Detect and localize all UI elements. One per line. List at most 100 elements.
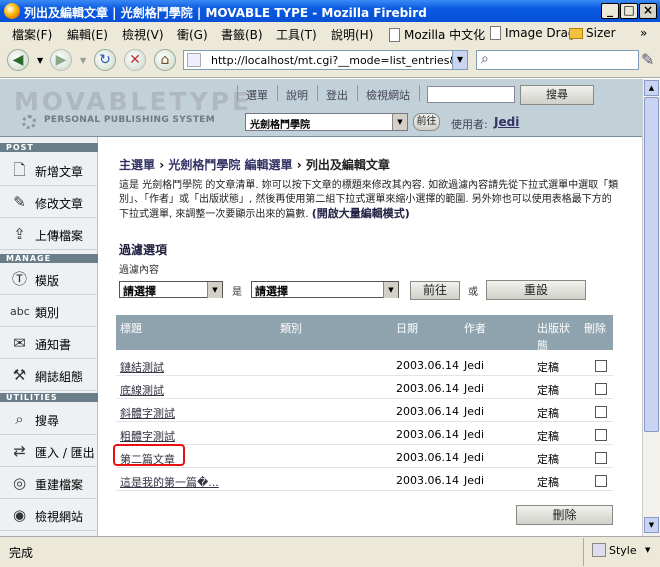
filter-value-select[interactable]: 請選擇 ▼ [251, 281, 399, 298]
delete-checkbox[interactable] [595, 452, 607, 464]
filter-is-label: 是 [232, 287, 242, 298]
page-icon [187, 53, 201, 67]
sidebar-item-import-export[interactable]: ⇄ 匯入 / 匯出 [0, 435, 98, 467]
mt-search-input[interactable] [427, 86, 515, 103]
bookmark-mozilla[interactable]: Mozilla 中文化 [389, 26, 485, 43]
sidebar-item-rebuild[interactable]: ◎ 重建檔案 [0, 467, 98, 499]
filter-reset-button[interactable]: 重設 [486, 280, 586, 300]
forward-button[interactable]: ▶ [50, 49, 72, 71]
chevron-down-icon: ▼ [383, 282, 398, 298]
browser-chrome: 檔案(F) 編輯(E) 檢視(V) 衝(G) 書籤(B) 工具(T) 說明(H)… [0, 22, 660, 78]
breadcrumb-home[interactable]: 主選單 [119, 158, 155, 172]
menu-view[interactable]: 檢視(V) [122, 26, 164, 43]
sidebar-item-blog-config[interactable]: ⚒ 網誌組態 [0, 359, 98, 391]
site-select[interactable]: 光劍格鬥學院 ▼ [245, 113, 408, 131]
sidebar-item-new-entry[interactable]: 🗋 新增文章 [0, 154, 98, 186]
entry-title-link[interactable]: 鏈結測試 [120, 359, 164, 375]
power-edit-link[interactable]: (開啟大量編輯模式) [312, 207, 410, 220]
sidebar-item-label: 網誌組態 [35, 370, 84, 384]
close-button[interactable]: × [639, 3, 657, 19]
nav-view-site-link[interactable]: 檢視網站 [366, 87, 410, 103]
entry-status: 定稿 [537, 476, 559, 489]
bookmarks-more[interactable]: » [640, 26, 647, 40]
divider [237, 85, 238, 101]
search-icon: ⌕ [481, 51, 489, 67]
entry-author: Jedi [464, 405, 485, 418]
menu-bookmarks[interactable]: 書籤(B) [221, 26, 263, 43]
chevron-down-icon[interactable]: ▼ [645, 546, 650, 554]
home-icon[interactable]: ⌂ [154, 49, 176, 71]
sidebar-item-upload[interactable]: ⇪ 上傳檔案 [0, 218, 98, 250]
divider [357, 85, 358, 101]
delete-button[interactable]: 刪除 [516, 505, 613, 525]
search-input[interactable] [476, 50, 639, 70]
sidebar-item-templates[interactable]: Ⓣ 模版 [0, 263, 98, 295]
col-author[interactable]: 作者 [464, 320, 486, 336]
delete-checkbox[interactable] [595, 475, 607, 487]
site-go-button[interactable]: 前往 [413, 113, 440, 131]
bookmark-image-drag[interactable]: Image Drag [490, 26, 576, 40]
delete-checkbox[interactable] [595, 360, 607, 372]
entry-title-link[interactable]: 這是我的第一篇�... [120, 474, 219, 490]
address-dropdown[interactable]: ▼ [452, 51, 467, 69]
col-category[interactable]: 類別 [280, 320, 302, 336]
delete-checkbox[interactable] [595, 383, 607, 395]
reload-icon[interactable]: ↻ [94, 49, 116, 71]
nav-logout-link[interactable]: 登出 [326, 87, 348, 103]
col-date[interactable]: 日期 [396, 320, 418, 336]
menu-go[interactable]: 衝(G) [177, 26, 208, 43]
breadcrumb-current: 列出及編輯文章 [305, 158, 390, 172]
delete-checkbox[interactable] [595, 406, 607, 418]
table-row: 粗體字測試 2003.06.14 Jedi 定稿 [116, 423, 613, 445]
intro-text: 這是 光劍格鬥學院 的文章清單. 妳可以按下文章的標題來修改其內容. 如欲過濾內… [119, 179, 619, 222]
sidebar-item-notifications[interactable]: ✉ 通知書 [0, 327, 98, 359]
col-title[interactable]: 標題 [120, 320, 142, 336]
filter-go-button[interactable]: 前往 [410, 281, 460, 300]
scroll-down-icon[interactable]: ▼ [644, 517, 659, 533]
status-text: 完成 [9, 546, 34, 560]
menu-tools[interactable]: 工具(T) [276, 26, 317, 43]
chevron-down-icon[interactable]: ▼ [80, 56, 86, 65]
sidebar-item-label: 模版 [35, 274, 60, 288]
filter-field-select[interactable]: 請選擇 ▼ [119, 281, 223, 298]
entry-title-link[interactable]: 底線測試 [120, 382, 164, 398]
mt-logo[interactable]: MOVABLETYPE [14, 87, 252, 116]
mail-icon: ✉ [13, 334, 26, 352]
entry-date: 2003.06.14 [396, 428, 459, 441]
delete-checkbox[interactable] [595, 429, 607, 441]
entry-status: 定稿 [537, 430, 559, 443]
scroll-up-icon[interactable]: ▲ [644, 80, 659, 96]
entry-title-link[interactable]: 粗體字測試 [120, 428, 175, 444]
back-button[interactable]: ◀ [7, 49, 29, 71]
firebird-icon [4, 3, 20, 19]
chevron-down-icon[interactable]: ▼ [37, 56, 43, 65]
user-link[interactable]: Jedi [494, 115, 519, 129]
scroll-thumb[interactable] [644, 97, 659, 432]
bookmark-sizer[interactable]: Sizer [569, 26, 616, 40]
sidebar-item-label: 匯入 / 匯出 [35, 446, 95, 460]
entry-date: 2003.06.14 [396, 474, 459, 487]
menu-file[interactable]: 檔案(F) [12, 26, 52, 43]
style-switcher[interactable]: Style [609, 544, 637, 557]
sidebar-item-search[interactable]: ⌕ 搜尋 [0, 403, 98, 435]
sidebar-item-edit-entries[interactable]: ✎ 修改文章 [0, 186, 98, 218]
address-bar[interactable]: http://localhost/mt.cgi?__mode=list_entr… [183, 50, 468, 70]
menu-edit[interactable]: 編輯(E) [67, 26, 108, 43]
nav-menu-link[interactable]: 選單 [246, 87, 268, 103]
entry-status: 定稿 [537, 384, 559, 397]
sidebar-item-view-site[interactable]: ◉ 檢視網站 [0, 499, 98, 531]
col-status[interactable]: 出版狀態 [537, 320, 579, 354]
entry-author: Jedi [464, 428, 485, 441]
breadcrumb-blog[interactable]: 光劍格鬥學院 編輯選單 [168, 158, 292, 172]
stop-icon[interactable]: ✕ [124, 49, 146, 71]
table-row: 這是我的第一篇�... 2003.06.14 Jedi 定稿 [116, 469, 613, 491]
vertical-scrollbar[interactable]: ▲ ▼ [642, 79, 660, 536]
sidebar-heading-post: POST [0, 143, 98, 152]
mt-search-button[interactable]: 搜尋 [520, 85, 594, 105]
sidebar-item-categories[interactable]: abc 類別 [0, 295, 98, 327]
nav-help-link[interactable]: 說明 [286, 87, 308, 103]
entry-title-link[interactable]: 斜體字測試 [120, 405, 175, 421]
menu-help[interactable]: 說明(H) [331, 26, 373, 43]
minimize-button[interactable]: _ [601, 3, 619, 19]
maximize-button[interactable]: □ [620, 3, 638, 19]
